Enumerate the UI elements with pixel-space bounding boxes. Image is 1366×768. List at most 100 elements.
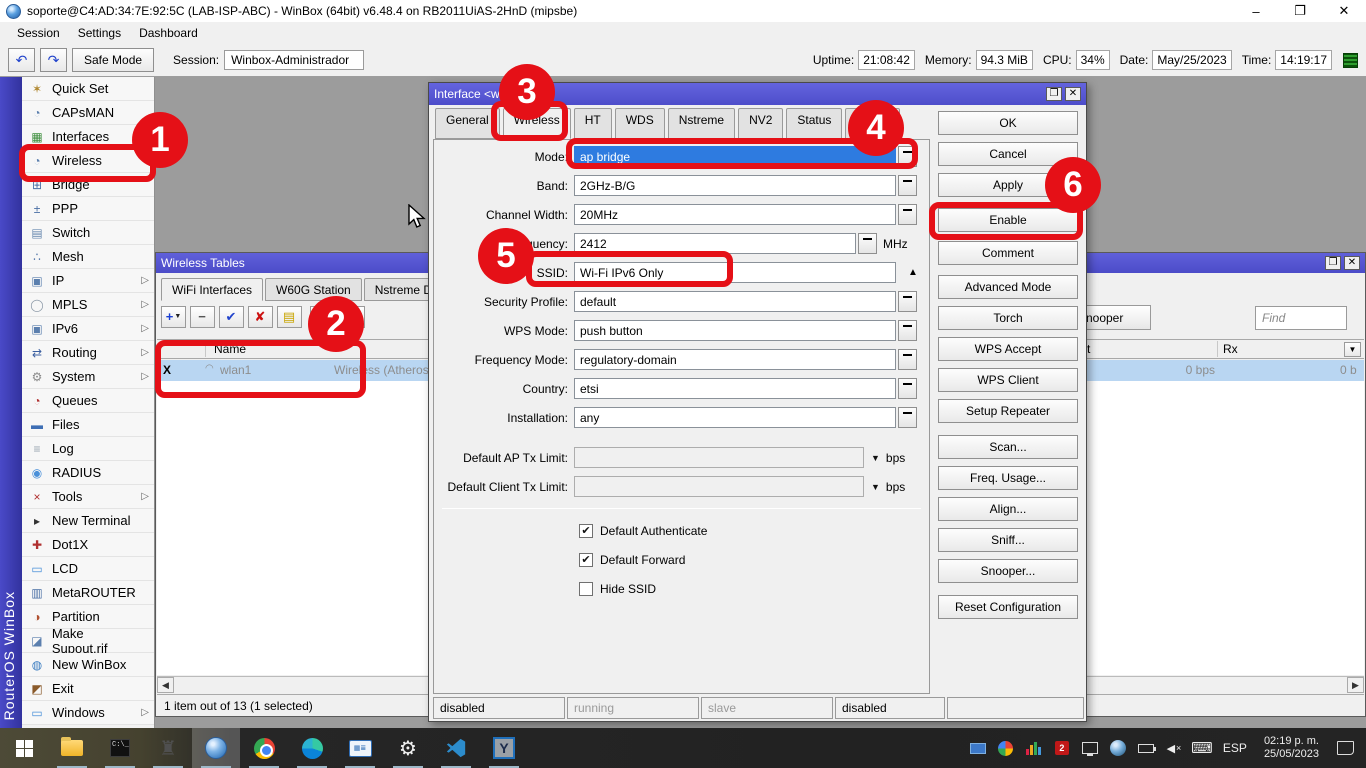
sidebar-item[interactable]: × Tools ▷ bbox=[22, 485, 154, 509]
field-value-input[interactable]: default bbox=[574, 291, 896, 312]
wt-tool-button[interactable]: ✘ bbox=[248, 306, 273, 328]
tray-volume-muted-icon[interactable]: ◀× bbox=[1162, 728, 1186, 768]
sidebar-item[interactable]: ± PPP bbox=[22, 197, 154, 221]
dropdown-icon[interactable] bbox=[898, 378, 917, 399]
field-value-input[interactable]: etsi bbox=[574, 378, 896, 399]
sidebar-item[interactable]: ◍ New WinBox bbox=[22, 653, 154, 677]
scroll-up-icon[interactable]: ▲ bbox=[908, 267, 918, 278]
tray-keyboard-icon[interactable]: ⌨ bbox=[1190, 728, 1214, 768]
dialog-button[interactable]: WPS Client bbox=[938, 368, 1078, 392]
sidebar-item[interactable]: ▭ LCD bbox=[22, 557, 154, 581]
checkbox[interactable]: ✔ bbox=[579, 553, 593, 567]
sidebar-item[interactable]: ▥ MetaROUTER bbox=[22, 581, 154, 605]
field-value-input[interactable]: any bbox=[574, 407, 896, 428]
taskbar-clock[interactable]: 02:19 p. m. 25/05/2023 bbox=[1256, 735, 1327, 761]
sidebar-item[interactable]: ◔ CAPsMAN bbox=[22, 101, 154, 125]
action-center-icon[interactable] bbox=[1337, 741, 1354, 755]
taskbar-edge[interactable] bbox=[288, 728, 336, 768]
checkbox-row[interactable]: ✔ Default Forward bbox=[434, 545, 929, 574]
wt-tool-button[interactable]: + ▼ bbox=[161, 306, 186, 328]
column-header-rx[interactable]: Rx bbox=[1223, 342, 1238, 356]
wt-maximize-button[interactable]: ❐ bbox=[1325, 256, 1341, 270]
sidebar-item[interactable]: ⚙ System ▷ bbox=[22, 365, 154, 389]
tray-monitor-icon[interactable] bbox=[966, 728, 990, 768]
dropdown-icon[interactable] bbox=[898, 204, 917, 225]
redo-button[interactable]: ↷ bbox=[40, 48, 67, 72]
dialog-button[interactable]: Advanced Mode bbox=[938, 275, 1078, 299]
taskbar-file-explorer[interactable] bbox=[48, 728, 96, 768]
find-input[interactable]: Find bbox=[1255, 306, 1347, 330]
sidebar-item[interactable]: ▸ New Terminal bbox=[22, 509, 154, 533]
session-value-box[interactable]: Winbox-Administrador bbox=[224, 50, 364, 70]
checkbox[interactable] bbox=[579, 582, 593, 596]
dialog-tab[interactable]: NV2 bbox=[738, 108, 783, 139]
tray-power-icon[interactable] bbox=[1134, 728, 1158, 768]
field-value-input[interactable]: push button bbox=[574, 320, 896, 341]
sidebar-item[interactable]: ◯ MPLS ▷ bbox=[22, 293, 154, 317]
dialog-close-button[interactable]: ✕ bbox=[1065, 87, 1081, 101]
taskbar-winbox[interactable] bbox=[192, 728, 240, 768]
dialog-button[interactable]: Sniff... bbox=[938, 528, 1078, 552]
wt-close-button[interactable]: ✕ bbox=[1344, 256, 1360, 270]
sidebar-item[interactable]: ◉ RADIUS bbox=[22, 461, 154, 485]
sidebar-item[interactable]: ✶ Quick Set bbox=[22, 77, 154, 101]
dialog-button[interactable]: Reset Configuration bbox=[938, 595, 1078, 619]
dialog-button[interactable]: Snooper... bbox=[938, 559, 1078, 583]
tray-winbox-icon[interactable] bbox=[1106, 728, 1130, 768]
tray-network-icon[interactable] bbox=[1078, 728, 1102, 768]
field-value-input[interactable]: 20MHz bbox=[574, 204, 896, 225]
dropdown-icon[interactable] bbox=[898, 291, 917, 312]
dropdown-icon[interactable] bbox=[898, 349, 917, 370]
dropdown-icon[interactable] bbox=[898, 407, 917, 428]
wt-tab[interactable]: WiFi Interfaces bbox=[161, 278, 263, 301]
taskbar-settings[interactable]: ⚙ bbox=[384, 728, 432, 768]
tray-usage-bars-icon[interactable] bbox=[1022, 728, 1046, 768]
taskbar-report-app[interactable]: ▦≣ bbox=[336, 728, 384, 768]
dialog-button[interactable]: OK bbox=[938, 111, 1078, 135]
dialog-button[interactable]: Freq. Usage... bbox=[938, 466, 1078, 490]
taskbar-chrome[interactable] bbox=[240, 728, 288, 768]
dialog-button[interactable]: Setup Repeater bbox=[938, 399, 1078, 423]
wt-tool-button[interactable]: ✔ bbox=[219, 306, 244, 328]
dialog-tab[interactable]: Status bbox=[786, 108, 842, 139]
scroll-right-icon[interactable]: ▶ bbox=[1347, 677, 1364, 693]
sidebar-item[interactable]: ▤ Switch bbox=[22, 221, 154, 245]
taskbar-vscode[interactable] bbox=[432, 728, 480, 768]
dropdown-icon[interactable]: ▼ bbox=[871, 482, 880, 492]
language-indicator[interactable]: ESP bbox=[1218, 728, 1252, 768]
dialog-button[interactable]: Align... bbox=[938, 497, 1078, 521]
wt-tool-button[interactable]: − bbox=[190, 306, 215, 328]
dialog-tab[interactable]: General bbox=[435, 108, 500, 139]
sidebar-item[interactable]: ▬ Files bbox=[22, 413, 154, 437]
dialog-button[interactable]: Comment bbox=[938, 241, 1078, 265]
dialog-button[interactable]: WPS Accept bbox=[938, 337, 1078, 361]
close-button[interactable]: ✕ bbox=[1322, 0, 1366, 22]
tray-updates-icon[interactable]: 2 bbox=[1050, 728, 1074, 768]
sidebar-item[interactable]: ▣ IP ▷ bbox=[22, 269, 154, 293]
tx-limit-input[interactable] bbox=[574, 476, 864, 497]
sidebar-item[interactable]: ◩ Exit bbox=[22, 677, 154, 701]
sidebar-item[interactable]: ▣ IPv6 ▷ bbox=[22, 317, 154, 341]
wt-tool-button[interactable]: ▤ bbox=[277, 306, 302, 328]
checkbox-row[interactable]: ✔ Default Authenticate bbox=[434, 516, 929, 545]
menu-item[interactable]: Session bbox=[8, 26, 69, 40]
sidebar-item[interactable]: ◔ Queues bbox=[22, 389, 154, 413]
menu-item[interactable]: Settings bbox=[69, 26, 130, 40]
sidebar-item[interactable]: ⇄ Routing ▷ bbox=[22, 341, 154, 365]
dialog-maximize-button[interactable]: ❐ bbox=[1046, 87, 1062, 101]
menu-item[interactable]: Dashboard bbox=[130, 26, 207, 40]
dialog-tab[interactable]: HT bbox=[574, 108, 612, 139]
dialog-button[interactable]: Torch bbox=[938, 306, 1078, 330]
checkbox[interactable]: ✔ bbox=[579, 524, 593, 538]
field-value-input[interactable]: regulatory-domain bbox=[574, 349, 896, 370]
dropdown-icon[interactable] bbox=[858, 233, 877, 254]
scroll-left-icon[interactable]: ◀ bbox=[157, 677, 174, 693]
maximize-button[interactable]: ❐ bbox=[1278, 0, 1322, 22]
tx-limit-input[interactable] bbox=[574, 447, 864, 468]
sidebar-item[interactable]: ▭ Windows ▷ bbox=[22, 701, 154, 725]
field-value-input[interactable]: 2GHz-B/G bbox=[574, 175, 896, 196]
dropdown-icon[interactable] bbox=[898, 320, 917, 341]
sidebar-item[interactable]: ✚ Dot1X bbox=[22, 533, 154, 557]
checkbox-row[interactable]: Hide SSID bbox=[434, 574, 929, 603]
sidebar-item[interactable]: ◪ Make Supout.rif bbox=[22, 629, 154, 653]
